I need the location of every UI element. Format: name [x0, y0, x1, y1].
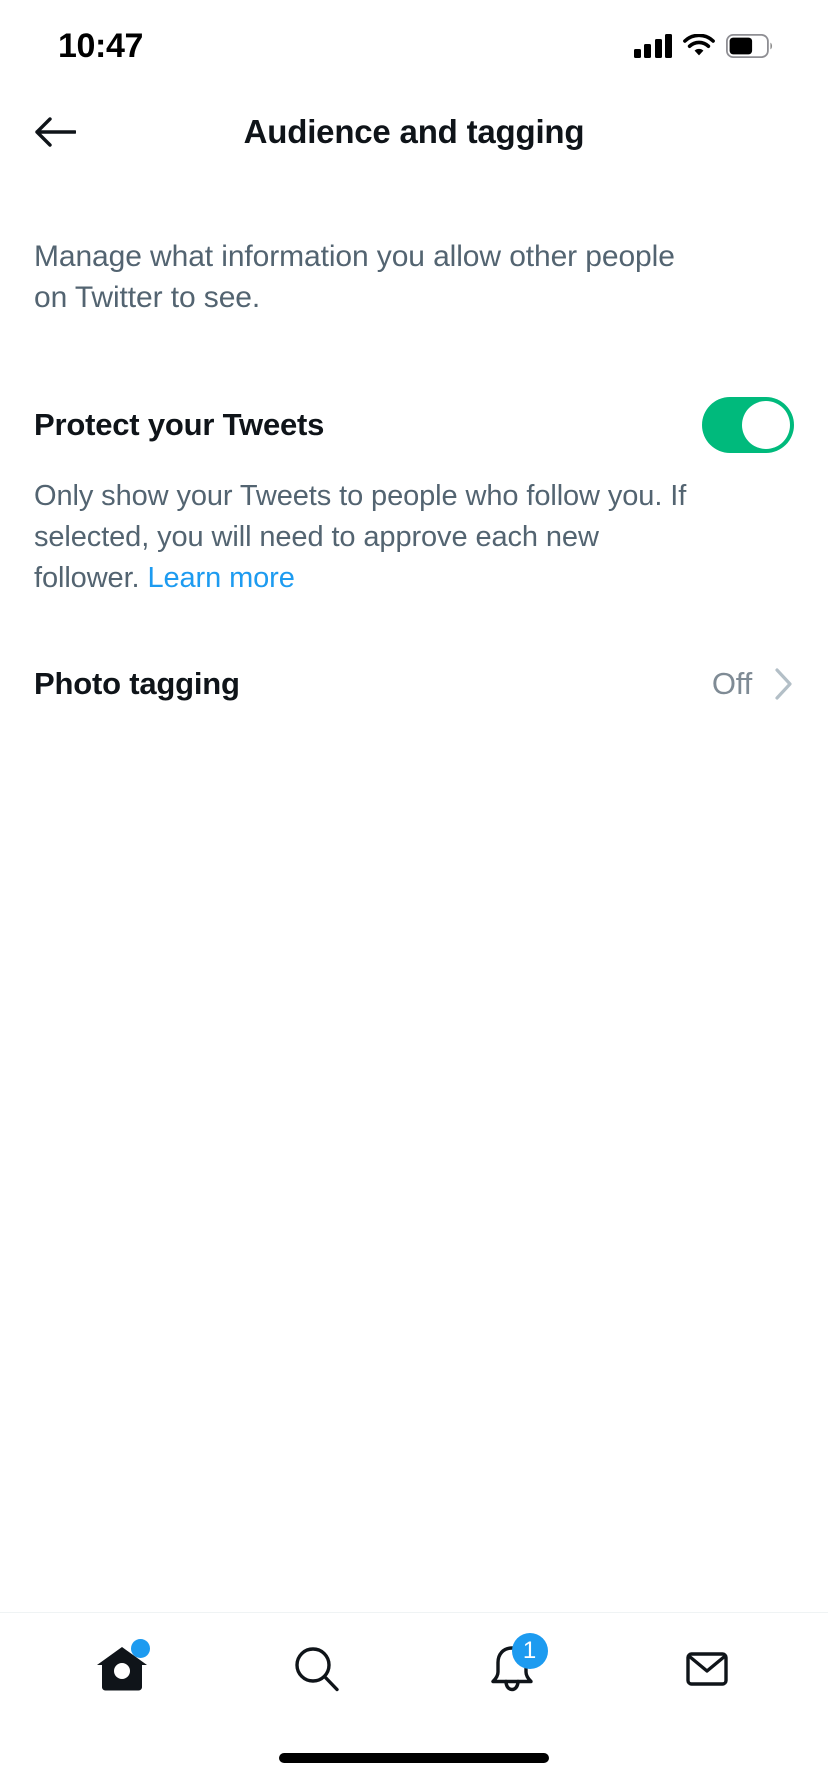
- home-unread-dot-badge: [130, 1638, 150, 1658]
- back-arrow-icon: [34, 116, 76, 148]
- status-time: 10:47: [58, 27, 143, 65]
- page-header: Audience and tagging: [0, 88, 828, 176]
- setting-row-photo-tagging[interactable]: Photo tagging Off: [34, 655, 794, 713]
- envelope-icon: [677, 1639, 737, 1699]
- signal-bars-icon: [633, 34, 672, 58]
- back-button[interactable]: [34, 104, 90, 160]
- toggle-knob: [742, 401, 790, 449]
- battery-icon: [726, 34, 774, 58]
- tab-notifications[interactable]: 1: [462, 1619, 562, 1719]
- photo-tagging-label: Photo tagging: [34, 666, 240, 701]
- home-indicator[interactable]: [279, 1753, 549, 1763]
- bottom-tab-bar: 1: [0, 1612, 828, 1724]
- app-screen: 10:47 Audience and tagging Manage what i…: [0, 0, 828, 1792]
- wifi-icon: [683, 34, 715, 58]
- setting-row-protect-tweets: Protect your Tweets: [34, 396, 794, 454]
- tab-search[interactable]: [267, 1619, 367, 1719]
- status-icons-group: [633, 34, 775, 58]
- tab-messages[interactable]: [657, 1619, 757, 1719]
- learn-more-link[interactable]: Learn more: [147, 558, 294, 599]
- settings-content: Manage what information you allow other …: [0, 176, 828, 1612]
- protect-tweets-toggle[interactable]: [702, 397, 794, 453]
- status-bar: 10:47: [0, 0, 828, 88]
- home-indicator-area: [0, 1724, 828, 1792]
- section-description: Manage what information you allow other …: [34, 240, 675, 314]
- tab-home[interactable]: [72, 1619, 172, 1719]
- protect-tweets-help: Only show your Tweets to people who foll…: [34, 476, 694, 599]
- search-icon: [287, 1639, 347, 1699]
- page-title: Audience and tagging: [243, 113, 585, 150]
- notifications-count-badge: 1: [511, 1632, 548, 1669]
- chevron-right-icon: [774, 667, 794, 701]
- protect-tweets-label: Protect your Tweets: [34, 407, 325, 442]
- protect-tweets-help-text: Only show your Tweets to people who foll…: [34, 480, 687, 594]
- photo-tagging-right-group: Off: [712, 666, 794, 702]
- photo-tagging-value: Off: [711, 666, 752, 701]
